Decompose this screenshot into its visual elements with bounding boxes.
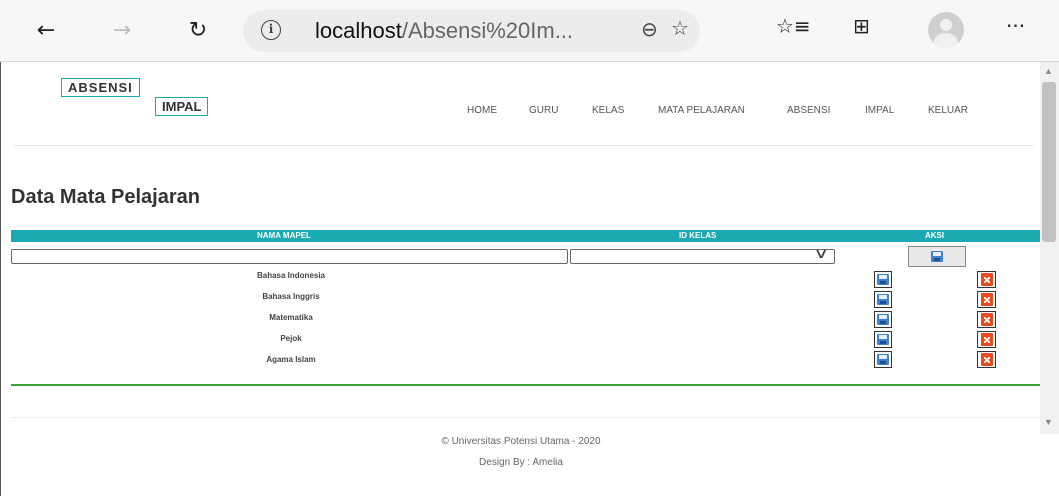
save-icon: [877, 294, 889, 305]
nav-guru[interactable]: GURU: [529, 105, 558, 116]
nav-home[interactable]: HOME: [467, 105, 497, 116]
save-button[interactable]: [908, 246, 966, 267]
page-title: Data Mata Pelajaran: [11, 186, 200, 208]
table-header: NAMA MAPEL ID KELAS AKSI: [11, 230, 1040, 242]
zoom-icon[interactable]: ⊖: [641, 17, 658, 41]
footer-copyright: © Universitas Potensi Utama - 2020: [441, 436, 601, 447]
nav-mata-pelajaran[interactable]: MATA PELAJARAN: [658, 105, 745, 116]
save-icon: [877, 354, 889, 365]
list-item: Bahasa Inggris: [262, 292, 320, 301]
page-content: ABSENSI IMPAL HOME GURU KELAS MATA PELAJ…: [0, 62, 1040, 496]
save-icon: [877, 314, 889, 325]
logo-absensi: ABSENSI: [61, 78, 140, 97]
delete-button[interactable]: [977, 331, 996, 348]
favorites-icon[interactable]: ☆≡: [776, 14, 811, 38]
edit-button[interactable]: [874, 331, 892, 348]
nav-keluar[interactable]: KELUAR: [928, 105, 968, 116]
logo-impal: IMPAL: [155, 97, 209, 116]
nav-absensi[interactable]: ABSENSI: [787, 105, 830, 116]
list-item: Pejok: [280, 334, 302, 343]
list-item: Matematika: [269, 313, 313, 322]
edit-button[interactable]: [874, 291, 892, 308]
save-icon: [931, 251, 943, 262]
profile-avatar[interactable]: [928, 12, 964, 48]
collections-icon[interactable]: ⊞: [853, 14, 870, 38]
browser-toolbar: ← → ↻ i localhost/Absensi%20Im... ⊖ ☆ ☆≡…: [0, 0, 1059, 62]
save-icon: [877, 334, 889, 345]
scroll-down-icon[interactable]: ▼: [1044, 417, 1053, 427]
url-text[interactable]: localhost/Absensi%20Im...: [315, 18, 573, 44]
scrollbar-thumb[interactable]: [1042, 82, 1056, 242]
footer-divider: [11, 417, 1040, 418]
nav-kelas[interactable]: KELAS: [592, 105, 624, 116]
list-item: Agama Islam: [266, 355, 316, 364]
forward-icon[interactable]: →: [104, 12, 140, 48]
trash-icon: [980, 353, 993, 366]
delete-button[interactable]: [977, 351, 996, 368]
list-item: Bahasa Indonesia: [256, 271, 326, 280]
vertical-scrollbar[interactable]: ▲ ▼: [1040, 62, 1059, 434]
delete-button[interactable]: [977, 291, 996, 308]
nama-mapel-input[interactable]: [11, 249, 568, 264]
edit-button[interactable]: [874, 271, 892, 288]
trash-icon: [980, 293, 993, 306]
refresh-icon[interactable]: ↻: [180, 12, 216, 48]
favorite-star-icon[interactable]: ☆: [671, 16, 689, 40]
trash-icon: [980, 313, 993, 326]
id-kelas-select[interactable]: ∨: [570, 246, 835, 264]
site-info-icon[interactable]: i: [261, 20, 281, 40]
delete-button[interactable]: [977, 271, 996, 288]
col-aksi: AKSI: [925, 231, 945, 240]
edit-button[interactable]: [874, 311, 892, 328]
scroll-up-icon[interactable]: ▲: [1044, 66, 1053, 76]
address-bar[interactable]: i localhost/Absensi%20Im... ⊖ ☆: [243, 10, 700, 52]
back-icon[interactable]: ←: [28, 12, 64, 48]
chevron-down-icon: ∨: [813, 246, 829, 262]
save-icon: [877, 274, 889, 285]
content-divider: [11, 384, 1040, 386]
more-icon[interactable]: ···: [1006, 14, 1025, 38]
edit-button[interactable]: [874, 351, 892, 368]
col-nama-mapel: NAMA MAPEL: [257, 231, 311, 240]
col-id-kelas: ID KELAS: [679, 231, 717, 240]
trash-icon: [980, 333, 993, 346]
delete-button[interactable]: [977, 311, 996, 328]
nav-impal[interactable]: IMPAL: [865, 105, 894, 116]
header-divider: [13, 145, 1033, 146]
trash-icon: [980, 273, 993, 286]
footer-design: Design By : Amelia: [479, 457, 563, 468]
